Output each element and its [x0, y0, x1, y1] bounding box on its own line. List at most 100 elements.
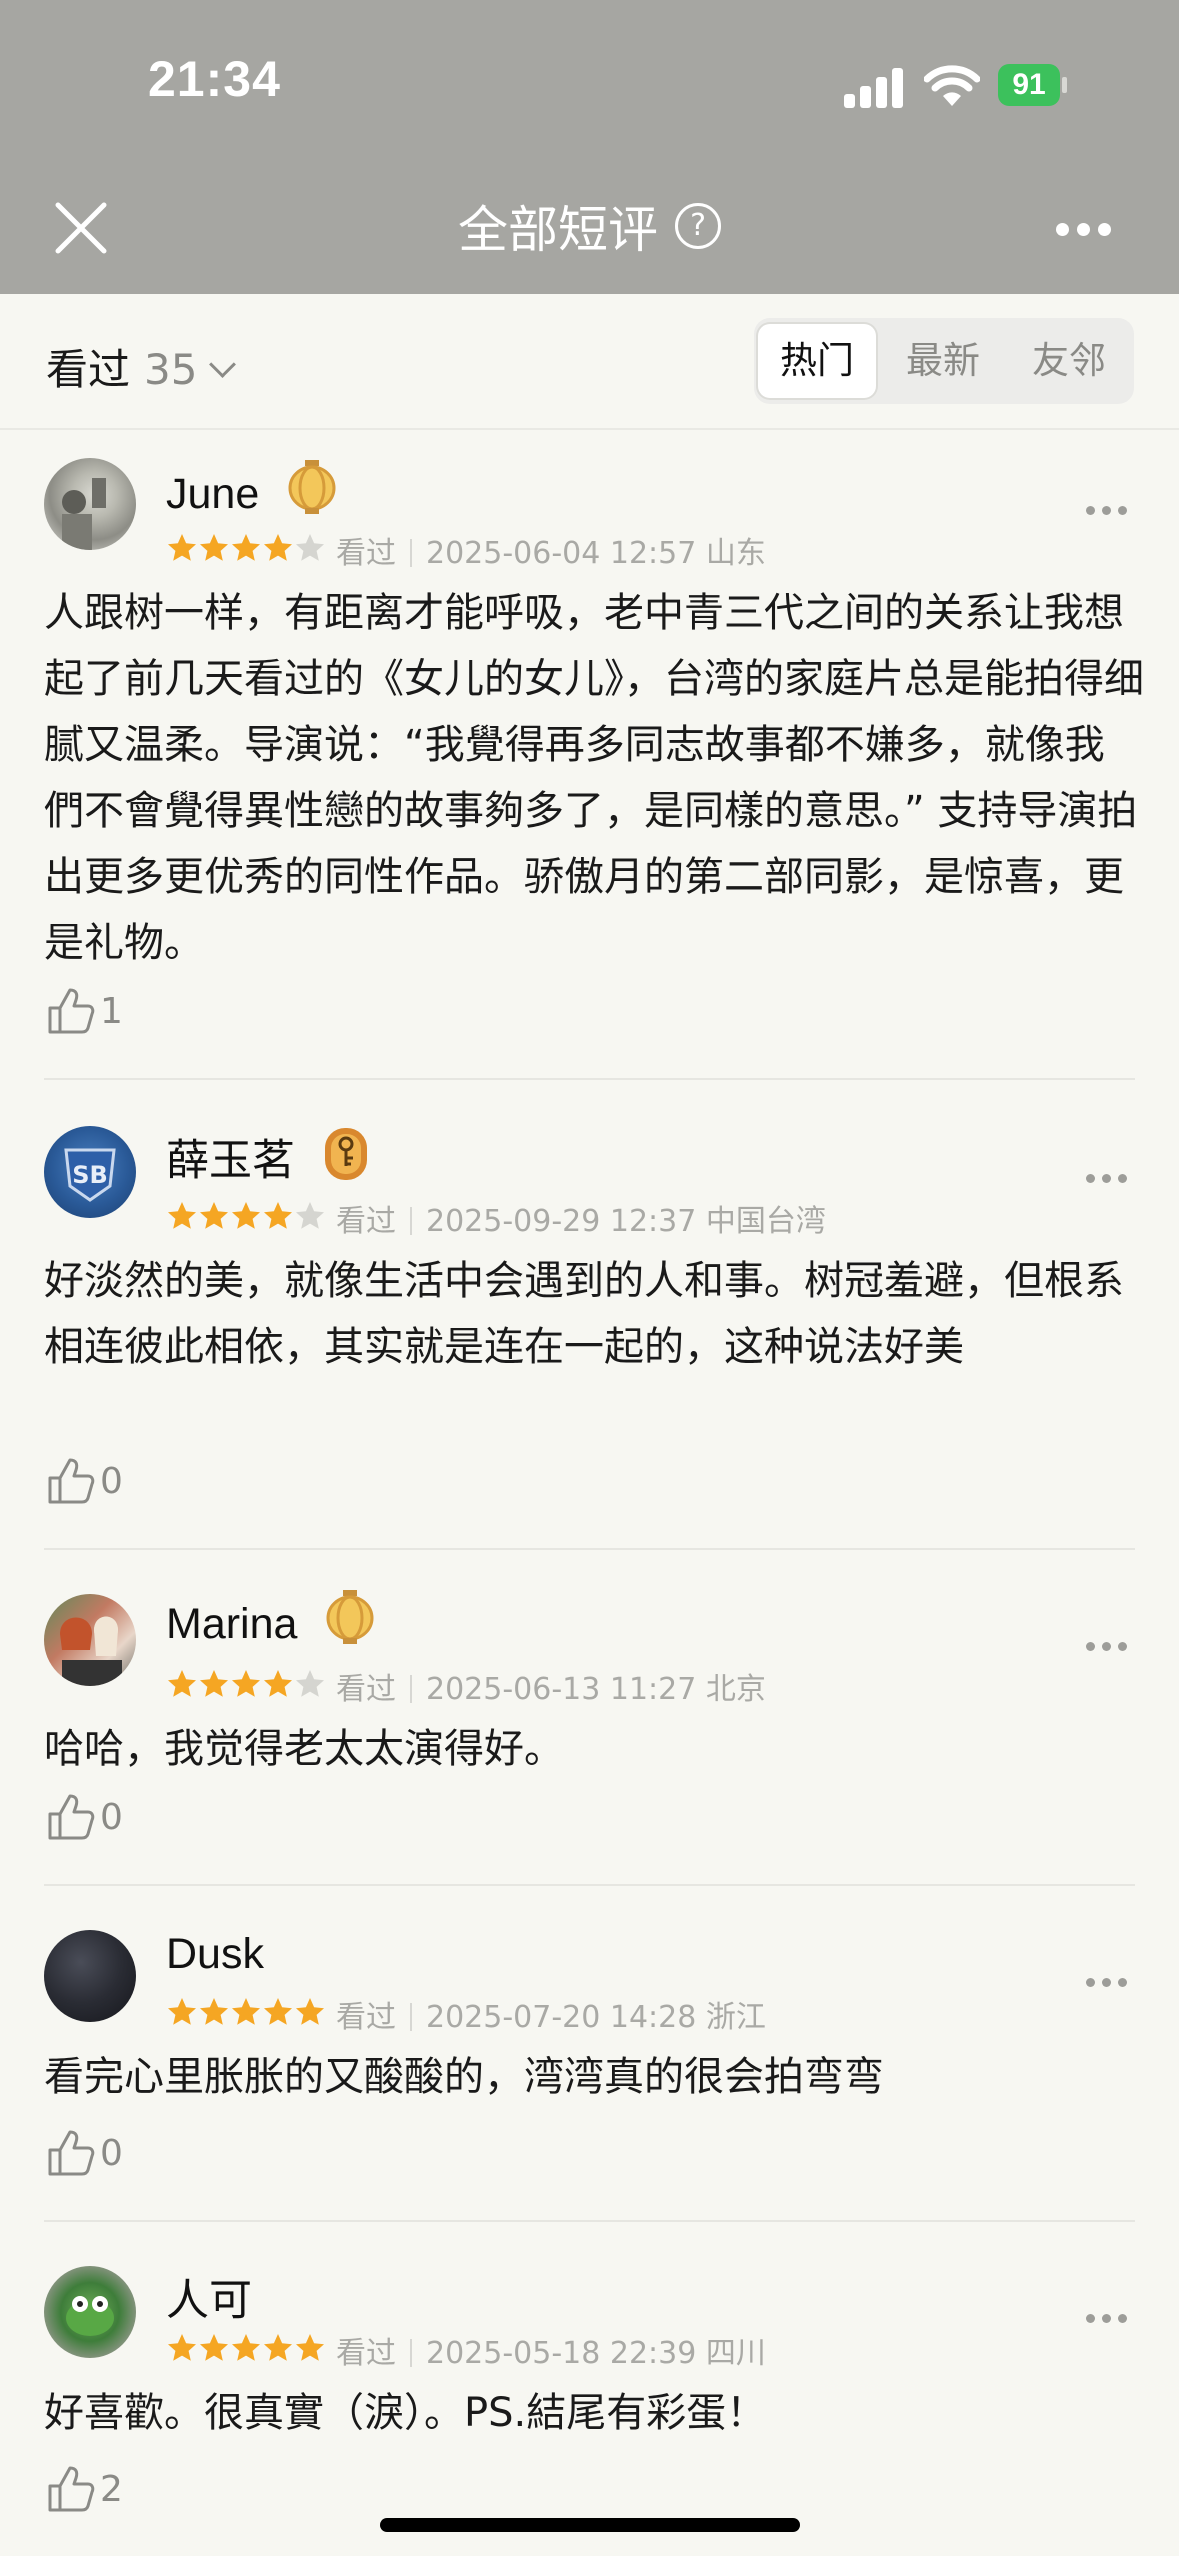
tab-friends[interactable]: 友邻: [1010, 324, 1128, 398]
username-text: 薛玉茗: [166, 1137, 295, 1185]
filter-bar: 看过 35 热门 最新 友邻: [0, 294, 1179, 430]
comment-text: 看完心里胀胀的又酸酸的，湾湾真的很会拍弯弯: [44, 2054, 884, 2100]
star-filled-icon: [232, 1997, 260, 2025]
watch-status: 看过: [336, 1204, 396, 1239]
tab-hot[interactable]: 热门: [758, 324, 876, 398]
battery-level: 91: [998, 64, 1060, 106]
thumbs-up-icon: [48, 1458, 95, 1504]
sort-segmented-control: 热门 最新 友邻: [754, 318, 1134, 404]
like-button[interactable]: 0: [46, 1456, 123, 1506]
comment-location: 浙江: [705, 2000, 766, 2035]
like-count: 0: [100, 2132, 123, 2174]
username[interactable]: Dusk: [166, 1930, 264, 1979]
comment-meta: 看过 2025-07-20 14:28 浙江: [166, 1992, 766, 2039]
lantern-badge-icon: [287, 460, 337, 525]
star-filled-icon: [200, 2333, 228, 2361]
star-filled-icon: [168, 1201, 196, 1229]
comment-more-icon[interactable]: [1086, 1972, 1134, 1991]
page-title: 全部短评: [457, 201, 658, 259]
star-filled-icon: [232, 533, 260, 561]
like-count: 2: [100, 2468, 123, 2510]
username-text: Dusk: [166, 1930, 264, 1978]
star-filled-icon: [264, 1997, 292, 2025]
thumbs-up-icon: [48, 1794, 95, 1840]
watch-status: 看过: [336, 2000, 396, 2035]
star-filled-icon: [200, 533, 228, 561]
avatar[interactable]: [44, 458, 136, 550]
username[interactable]: 薛玉茗: [166, 1126, 369, 1197]
comment-datetime: 2025-05-18 22:39: [426, 2336, 697, 2371]
star-filled-icon: [264, 1201, 292, 1229]
filter-count: 35: [144, 345, 198, 394]
rating-stars: [166, 1200, 326, 1240]
nav-title-area: 全部短评 ?: [0, 190, 1179, 262]
star-filled-icon: [200, 1997, 228, 2025]
watched-filter-dropdown[interactable]: 看过 35: [46, 336, 237, 397]
username[interactable]: June: [166, 460, 337, 529]
username-text: June: [166, 469, 260, 518]
thumbs-up-icon: [48, 2466, 95, 2512]
like-button[interactable]: 0: [46, 2128, 123, 2178]
like-count: 1: [100, 990, 123, 1032]
comment-location: 中国台湾: [705, 1204, 826, 1239]
comment-datetime: 2025-06-04 12:57: [426, 536, 697, 571]
avatar[interactable]: [44, 1930, 136, 2022]
comment-location: 山东: [705, 536, 766, 571]
wifi-icon: [924, 65, 980, 106]
star-filled-icon: [200, 1669, 228, 1697]
comment-more-icon[interactable]: [1086, 500, 1134, 519]
comment-meta: 看过 2025-05-18 22:39 四川: [166, 2328, 766, 2375]
comment-more-icon[interactable]: [1086, 1636, 1134, 1655]
filter-label: 看过: [46, 345, 131, 394]
thumbs-up-icon: [48, 988, 95, 1034]
comment-datetime: 2025-07-20 14:28: [426, 2000, 697, 2035]
lantern-badge-icon: [325, 1590, 375, 1655]
like-button[interactable]: 1: [46, 986, 123, 1036]
watch-status: 看过: [336, 536, 396, 571]
like-count: 0: [100, 1796, 123, 1838]
rating-stars: [166, 1668, 326, 1708]
comment-more-icon[interactable]: [1086, 2308, 1134, 2327]
comment-text: 人跟树一样，有距离才能呼吸，老中青三代之间的关系让我想起了前几天看过的《女儿的女…: [44, 590, 1144, 966]
thumbs-up-icon: [48, 2130, 95, 2176]
watch-status: 看过: [336, 1672, 396, 1707]
tab-latest[interactable]: 最新: [884, 324, 1002, 398]
comment-meta: 看过 2025-06-04 12:57 山东: [166, 528, 766, 575]
home-indicator[interactable]: [380, 2518, 800, 2532]
rating-stars: [166, 2332, 326, 2372]
divider: [44, 1884, 1135, 1886]
comment-text: 哈哈，我觉得老太太演得好。: [44, 1726, 564, 1772]
avatar[interactable]: SB: [44, 1126, 136, 1218]
help-icon[interactable]: ?: [675, 203, 722, 249]
comment-text: 好喜歡。很真實（淚）。PS.結尾有彩蛋！: [44, 2390, 767, 2436]
star-filled-icon: [168, 533, 196, 561]
avatar[interactable]: [44, 2266, 136, 2358]
star-filled-icon: [168, 1669, 196, 1697]
username[interactable]: Marina: [166, 1590, 375, 1659]
star-filled-icon: [168, 2333, 196, 2361]
avatar[interactable]: [44, 1594, 136, 1686]
star-filled-icon: [296, 2333, 324, 2361]
battery-icon: 91: [998, 64, 1068, 106]
divider: [44, 1078, 1135, 1080]
chevron-down-icon: [209, 351, 237, 378]
star-filled-icon: [232, 1201, 260, 1229]
rating-stars: [166, 1996, 326, 2036]
divider: [44, 2220, 1135, 2222]
star-filled-icon: [200, 1201, 228, 1229]
comment-more-icon[interactable]: [1086, 1168, 1134, 1187]
like-button[interactable]: 0: [46, 1792, 123, 1842]
more-options-icon[interactable]: [1056, 221, 1119, 240]
divider: [44, 1548, 1135, 1550]
rating-stars: [166, 532, 326, 572]
comment-location: 四川: [705, 2336, 766, 2371]
star-filled-icon: [264, 2333, 292, 2361]
comment-text: 好淡然的美，就像生活中会遇到的人和事。树冠羞避，但根系相连彼此相依，其实就是连在…: [44, 1258, 1124, 1370]
star-filled-icon: [264, 533, 292, 561]
comment-datetime: 2025-09-29 12:37: [426, 1204, 697, 1239]
username-text: Marina: [166, 1599, 298, 1648]
like-button[interactable]: 2: [46, 2464, 123, 2514]
username[interactable]: 人可: [166, 2266, 252, 2328]
comment-datetime: 2025-06-13 11:27: [426, 1672, 697, 1707]
star-filled-icon: [232, 1669, 260, 1697]
